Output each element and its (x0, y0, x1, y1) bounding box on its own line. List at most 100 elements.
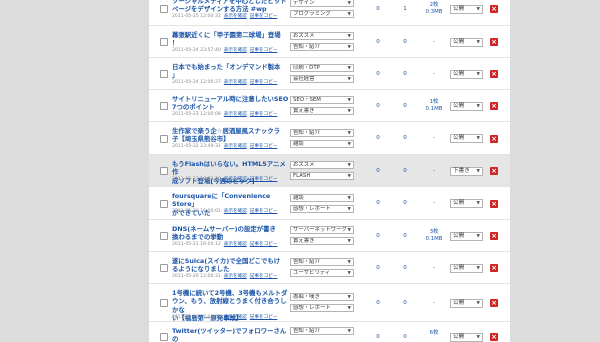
delete-x-icon[interactable]: × (490, 199, 498, 208)
category-select[interactable]: おススメ ▼ (290, 161, 354, 169)
post-title-link[interactable]: サイトリニューアル時に注意したいSEO 7つのポイント (172, 95, 292, 112)
copy-post-link[interactable]: 記事をコピー (250, 177, 278, 182)
comment-count[interactable]: 0 (363, 6, 393, 13)
row-checkbox[interactable] (160, 232, 168, 240)
copy-post-link[interactable]: 記事をコピー (250, 80, 278, 85)
chevron-down-icon: ▼ (347, 260, 351, 265)
copy-post-link[interactable]: 記事をコピー (250, 315, 278, 320)
post-title-link[interactable]: 幕張駅近くに「甲子園第二球場」登場 ！ (172, 31, 292, 48)
image-size: - (433, 299, 435, 306)
preview-link[interactable]: 表示を確認 (224, 14, 247, 19)
category-select[interactable]: 告知・紹介 ▼ (290, 128, 354, 137)
row-checkbox[interactable] (160, 264, 168, 272)
status-select-value: 公開 (453, 70, 465, 77)
copy-post-link[interactable]: 記事をコピー (250, 242, 278, 247)
copy-post-link[interactable]: 記事をコピー (250, 48, 278, 53)
preview-link[interactable]: 表示を確認 (224, 177, 247, 182)
row-checkbox[interactable] (160, 333, 168, 341)
comment-count[interactable]: 0 (363, 39, 393, 46)
category-select[interactable]: 雑談 ▼ (290, 139, 354, 148)
status-select[interactable]: 公開 ▼ (450, 199, 483, 208)
copy-post-link[interactable]: 記事をコピー (250, 209, 278, 214)
preview-link[interactable]: 表示を確認 (224, 144, 247, 149)
delete-x-icon[interactable]: × (490, 299, 498, 307)
category-select[interactable]: 会社経営 ▼ (290, 75, 354, 83)
category-select[interactable]: 實え書き ▼ (290, 107, 354, 115)
row-checkbox[interactable] (160, 134, 168, 143)
chevron-down-icon: ▼ (347, 130, 351, 136)
comment-count[interactable]: 0 (363, 103, 393, 110)
comment-count[interactable]: 0 (363, 265, 393, 272)
post-title-link[interactable]: DNS(ネームサーバー)の設定が書き 換わるまでの挙動 (172, 225, 292, 242)
post-title-link[interactable]: 遂にSuica(スイカ)で全国どこでもけ るようになりました (172, 257, 292, 274)
copy-post-link[interactable]: 記事をコピー (250, 112, 278, 117)
category-select[interactable]: 告知・紹介 ▼ (290, 43, 354, 51)
preview-link[interactable]: 表示を確認 (224, 242, 247, 247)
comment-count[interactable]: 0 (363, 334, 393, 341)
comment-count[interactable]: 0 (363, 200, 393, 207)
category-select[interactable]: 印刷・DTP ▼ (290, 64, 354, 72)
preview-link[interactable]: 表示を確認 (224, 112, 247, 117)
preview-link[interactable]: 表示を確認 (224, 209, 247, 214)
preview-link[interactable]: 表示を確認 (224, 80, 247, 85)
delete-x-icon[interactable]: × (490, 102, 498, 110)
delete-x-icon[interactable]: × (490, 232, 498, 240)
status-select[interactable]: 公開 ▼ (450, 4, 483, 14)
category-select[interactable]: 雑談 ▼ (290, 193, 354, 202)
category-select[interactable]: プログラミング ▼ (290, 10, 354, 18)
category-select[interactable]: 告知・紹介 ▼ (290, 327, 354, 335)
row-checkbox[interactable] (160, 102, 168, 110)
status-select[interactable]: 下書き ▼ (450, 166, 483, 176)
category-select[interactable]: SEO・SEM ▼ (290, 96, 354, 104)
post-title-link[interactable]: ソーシャルメディアを中心としたヒット ページをデザインする方法 #wp (172, 0, 292, 14)
post-title-link[interactable]: 生作家で楽う企☆居酒屋風スナックラ 子【埼玉県熊谷市】 (172, 127, 292, 144)
post-meta: 2011-05-19 17:00:53 表示を確認 記事をコピー (172, 314, 297, 322)
comment-count[interactable]: 0 (363, 233, 393, 240)
post-title-link[interactable]: Twitter(ツイッター)でフォロワーさんの 出入りが分かる「人事た一」 (172, 327, 292, 342)
status-select[interactable]: 公開 ▼ (450, 332, 483, 342)
copy-post-link[interactable]: 記事をコピー (250, 144, 278, 149)
preview-link[interactable]: 表示を確認 (224, 48, 247, 53)
delete-x-icon[interactable]: × (490, 134, 498, 143)
preview-link[interactable]: 表示を確認 (224, 274, 247, 279)
category-select[interactable]: 感想・レポート ▼ (290, 304, 354, 312)
comment-count[interactable]: 0 (363, 300, 393, 307)
row-checkbox[interactable] (160, 167, 168, 175)
category-select[interactable]: デザイン ▼ (290, 0, 354, 7)
status-select[interactable]: 公開 ▼ (450, 69, 483, 79)
delete-x-icon[interactable]: × (490, 5, 498, 13)
status-select[interactable]: 公開 ▼ (450, 231, 483, 241)
status-select[interactable]: 公開 ▼ (450, 37, 483, 47)
delete-x-icon[interactable]: × (490, 264, 498, 272)
category-select[interactable]: サーバーネットワーク ▼ (290, 226, 354, 234)
category-select[interactable]: 愚痴・嘆き ▼ (290, 293, 354, 301)
comment-count[interactable]: 0 (363, 71, 393, 78)
row-checkbox[interactable] (160, 70, 168, 78)
category-select[interactable]: 實え書き ▼ (290, 237, 354, 245)
delete-x-icon[interactable]: × (490, 70, 498, 78)
comment-count[interactable]: 0 (363, 168, 393, 175)
category-select-value: デザイン (293, 0, 315, 6)
row-checkbox[interactable] (160, 299, 168, 307)
delete-x-icon[interactable]: × (490, 333, 498, 341)
preview-link[interactable]: 表示を確認 (224, 315, 247, 320)
category-select[interactable]: ユーザビリティ ▼ (290, 269, 354, 277)
category-select[interactable]: FLASH ▼ (290, 172, 354, 180)
category-select[interactable]: おススメ ▼ (290, 32, 354, 40)
post-title-link[interactable]: 日本でも始まった「オンデマンド製本 」 (172, 63, 292, 80)
status-select[interactable]: 公開 ▼ (450, 101, 483, 111)
category-select[interactable]: 告知・紹介 ▼ (290, 258, 354, 266)
status-select[interactable]: 公開 ▼ (450, 263, 483, 273)
category-select[interactable]: 感想・レポート ▼ (290, 204, 354, 213)
status-select[interactable]: 公開 ▼ (450, 298, 483, 308)
row-checkbox[interactable] (160, 5, 168, 13)
delete-x-icon[interactable]: × (490, 167, 498, 175)
row-checkbox[interactable] (160, 199, 168, 208)
row-checkbox[interactable] (160, 38, 168, 46)
status-select[interactable]: 公開 ▼ (450, 134, 483, 143)
comment-count[interactable]: 0 (363, 135, 393, 142)
category-select-value: 實え書き (293, 108, 315, 114)
copy-post-link[interactable]: 記事をコピー (250, 274, 278, 279)
copy-post-link[interactable]: 記事をコピー (250, 14, 278, 19)
delete-x-icon[interactable]: × (490, 38, 498, 46)
